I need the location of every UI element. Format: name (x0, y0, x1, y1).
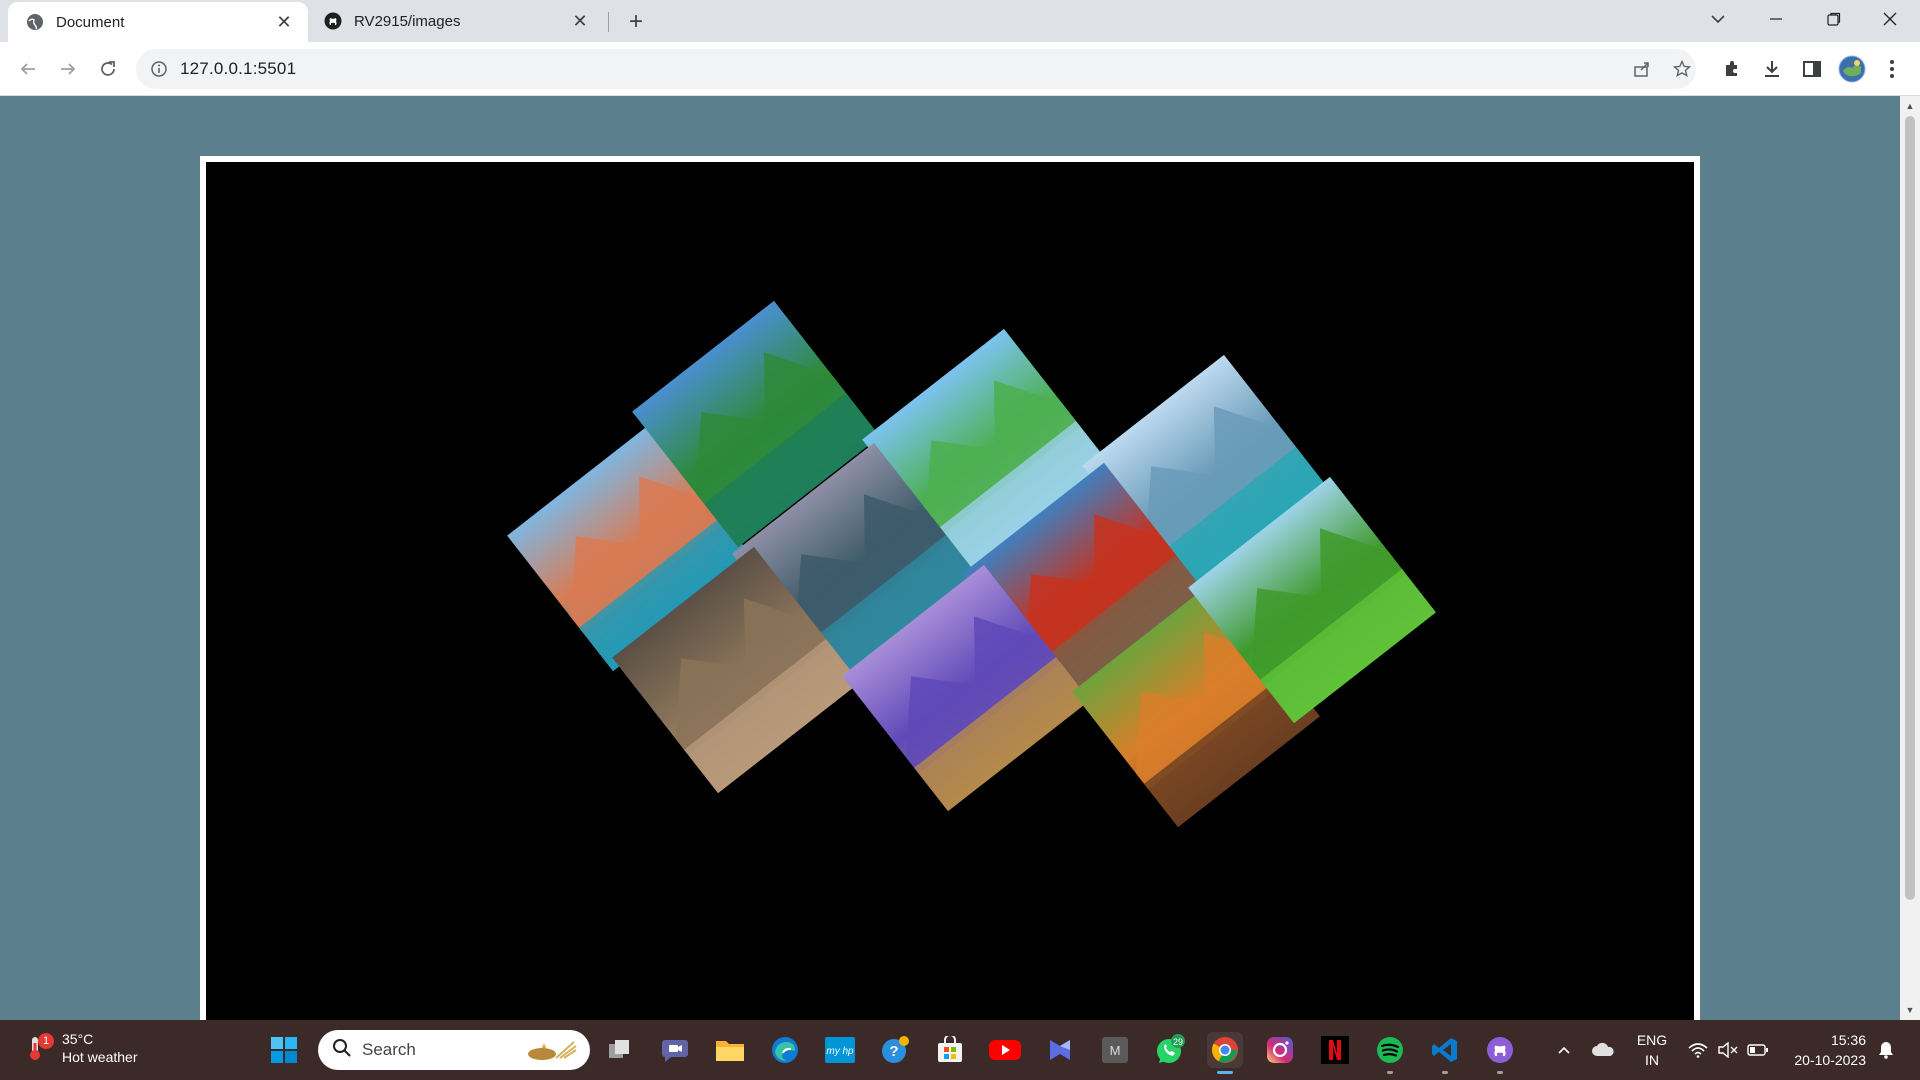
myhp-label: my hp (826, 1046, 854, 1057)
profile-avatar[interactable] (1836, 53, 1868, 85)
windows-taskbar: 1 35°C Hot weather Search my hp ? M 29 E… (0, 1020, 1920, 1080)
m-app-label: M (1110, 1043, 1121, 1058)
gallery-canvas (507, 300, 1436, 828)
new-tab-button[interactable]: + (622, 8, 650, 35)
youtube-icon[interactable] (987, 1032, 1023, 1068)
scroll-down-arrow-icon[interactable]: ▼ (1904, 1004, 1916, 1016)
gallery-frame (200, 156, 1700, 1020)
notification-bell-icon[interactable] (1872, 1020, 1900, 1080)
edge-icon[interactable] (767, 1032, 803, 1068)
minimize-icon[interactable] (1748, 0, 1804, 38)
site-info-icon[interactable] (148, 58, 170, 80)
instagram-icon[interactable] (1262, 1032, 1298, 1068)
show-hidden-icons-chevron-icon[interactable] (1552, 1020, 1576, 1080)
input-language-indicator[interactable]: ENG IN (1632, 1030, 1672, 1070)
bookmark-star-icon[interactable] (1666, 53, 1698, 85)
scroll-up-arrow-icon[interactable]: ▲ (1904, 100, 1916, 112)
github-icon (324, 12, 342, 30)
teams-chat-icon[interactable] (657, 1032, 693, 1068)
tab-bar: Document ✕ RV2915/images ✕ + (0, 0, 1920, 42)
start-button[interactable] (266, 1032, 302, 1068)
forward-icon[interactable] (52, 53, 84, 85)
page-scrollbar[interactable]: ▲ ▼ (1900, 96, 1920, 1020)
tab-separator (608, 12, 609, 32)
vscode-icon[interactable] (1427, 1032, 1463, 1074)
copilot-icon[interactable] (1042, 1032, 1078, 1068)
scroll-thumb[interactable] (1905, 116, 1915, 900)
tab-title: Document (56, 13, 125, 31)
page-viewport (0, 96, 1900, 1020)
svg-text:?: ? (889, 1043, 898, 1060)
myhp-icon[interactable]: my hp (822, 1032, 858, 1068)
search-icon (332, 1038, 352, 1063)
running-indicator (1217, 1071, 1233, 1074)
spotify-icon[interactable] (1372, 1032, 1408, 1074)
reload-icon[interactable] (92, 53, 124, 85)
back-icon[interactable] (12, 53, 44, 85)
netflix-icon[interactable] (1317, 1032, 1353, 1068)
whatsapp-badge: 29 (1173, 1037, 1183, 1047)
restore-icon[interactable] (1806, 0, 1862, 38)
close-tab-icon[interactable]: ✕ (570, 11, 590, 31)
weather-desc: Hot weather (62, 1049, 138, 1065)
tab-document[interactable]: Document ✕ (8, 2, 308, 42)
weather-temp: 35°C (62, 1031, 94, 1047)
get-help-icon[interactable]: ? (877, 1032, 913, 1068)
weather-alert-badge: 1 (38, 1033, 54, 1049)
clock-time: 15:36 (1830, 1032, 1866, 1048)
address-bar[interactable]: 127.0.0.1:5501 (136, 49, 1696, 89)
taskbar-clock[interactable]: 15:36 20-10-2023 (1786, 1030, 1866, 1070)
taskbar-search-box[interactable]: Search (318, 1030, 590, 1070)
search-highlight-diya-icon (522, 1036, 578, 1069)
menu-kebab-icon[interactable] (1876, 53, 1908, 85)
microsoft-store-icon[interactable] (932, 1032, 968, 1068)
weather-widget[interactable]: 1 35°C Hot weather (24, 1030, 137, 1066)
thermometer-icon: 1 (24, 1033, 54, 1063)
wifi-icon[interactable] (1684, 1020, 1712, 1080)
battery-icon[interactable] (1744, 1020, 1772, 1080)
tab-title: RV2915/images (354, 12, 461, 30)
lang-code: ENG (1636, 1032, 1668, 1048)
chrome-icon[interactable] (1207, 1032, 1243, 1074)
tab-search-icon[interactable] (1690, 0, 1746, 38)
browser-toolbar: 127.0.0.1:5501 (0, 42, 1920, 96)
file-explorer-icon[interactable] (712, 1032, 748, 1068)
download-icon[interactable] (1756, 53, 1788, 85)
side-panel-icon[interactable] (1796, 53, 1828, 85)
whatsapp-icon[interactable]: 29 (1152, 1032, 1188, 1068)
lang-region: IN (1645, 1052, 1659, 1068)
onedrive-cloud-icon[interactable] (1588, 1020, 1618, 1080)
speaker-muted-icon[interactable] (1714, 1020, 1742, 1080)
m-app-icon[interactable]: M (1097, 1032, 1133, 1068)
running-indicator (1442, 1071, 1448, 1074)
github-desktop-icon[interactable] (1482, 1032, 1518, 1074)
tab-github[interactable]: RV2915/images ✕ (314, 0, 604, 42)
running-indicator (1387, 1071, 1393, 1074)
gallery-stage (206, 162, 1694, 1020)
close-window-icon[interactable] (1862, 0, 1918, 38)
task-view-icon[interactable] (602, 1032, 638, 1068)
close-tab-icon[interactable]: ✕ (274, 12, 294, 32)
extensions-icon[interactable] (1716, 53, 1748, 85)
running-indicator (1497, 1071, 1503, 1074)
clock-date: 20-10-2023 (1794, 1052, 1866, 1068)
search-placeholder: Search (362, 1040, 416, 1059)
share-icon[interactable] (1626, 53, 1658, 85)
globe-icon (26, 13, 44, 31)
url-text: 127.0.0.1:5501 (180, 59, 297, 78)
